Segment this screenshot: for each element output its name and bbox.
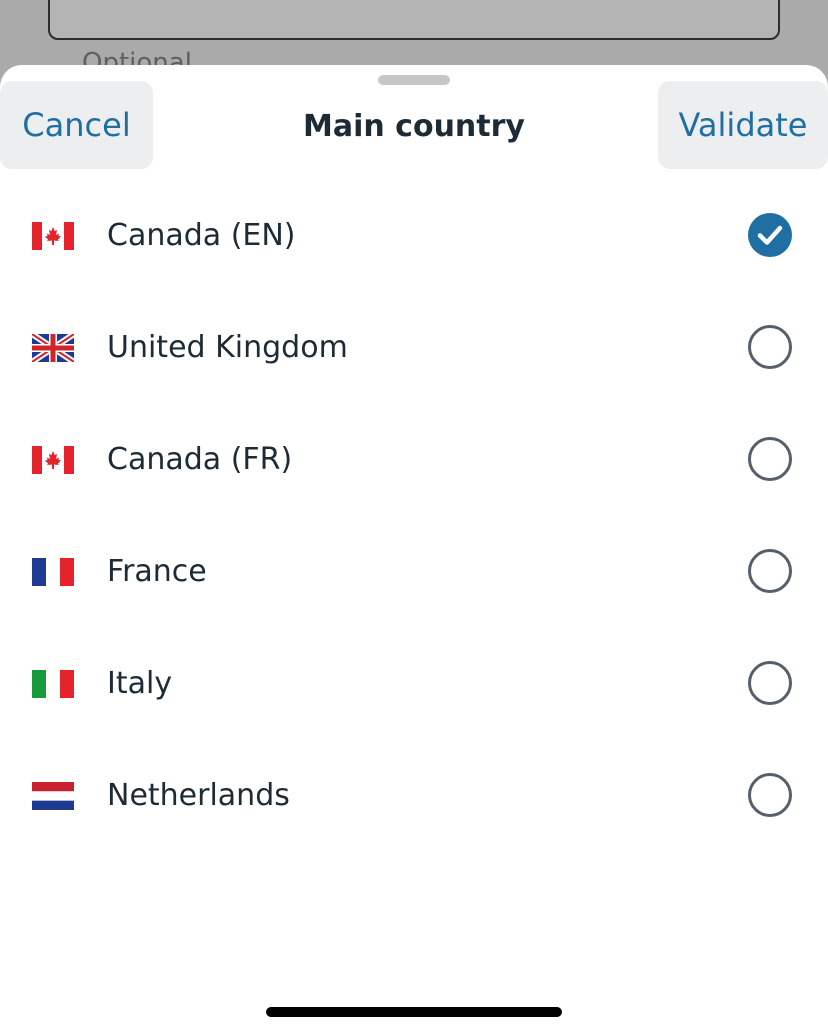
- radio-unchecked-icon[interactable]: [748, 549, 792, 593]
- country-list: Canada (EN) United Kingdom Canada (FR) F…: [0, 180, 828, 852]
- radio-unchecked-icon[interactable]: [748, 773, 792, 817]
- canada-flag-icon: [32, 446, 74, 474]
- home-indicator: [266, 1007, 562, 1017]
- country-option-canada-en[interactable]: Canada (EN): [0, 180, 828, 292]
- validate-button[interactable]: Validate: [658, 81, 828, 169]
- cancel-button[interactable]: Cancel: [0, 81, 153, 169]
- country-option-italy[interactable]: Italy: [0, 628, 828, 740]
- country-option-united-kingdom[interactable]: United Kingdom: [0, 292, 828, 404]
- background-input-field: [48, 0, 780, 40]
- uk-flag-icon: [32, 334, 74, 362]
- country-label: Netherlands: [107, 778, 290, 813]
- country-option-netherlands[interactable]: Netherlands: [0, 740, 828, 852]
- radio-checked-icon[interactable]: [748, 213, 792, 257]
- netherlands-flag-icon: [32, 782, 74, 810]
- radio-unchecked-icon[interactable]: [748, 437, 792, 481]
- country-label: Italy: [107, 666, 173, 701]
- country-label: Canada (EN): [107, 218, 296, 253]
- canada-flag-icon: [32, 222, 74, 250]
- france-flag-icon: [32, 558, 74, 586]
- country-label: France: [107, 554, 207, 589]
- sheet-title: Main country: [303, 109, 525, 144]
- country-option-canada-fr[interactable]: Canada (FR): [0, 404, 828, 516]
- italy-flag-icon: [32, 670, 74, 698]
- radio-unchecked-icon[interactable]: [748, 661, 792, 705]
- country-picker-sheet: Cancel Main country Validate Canada (EN): [0, 65, 828, 1033]
- country-label: Canada (FR): [107, 442, 293, 477]
- sheet-grabber[interactable]: [378, 75, 450, 85]
- country-option-france[interactable]: France: [0, 516, 828, 628]
- country-label: United Kingdom: [107, 330, 348, 365]
- radio-unchecked-icon[interactable]: [748, 325, 792, 369]
